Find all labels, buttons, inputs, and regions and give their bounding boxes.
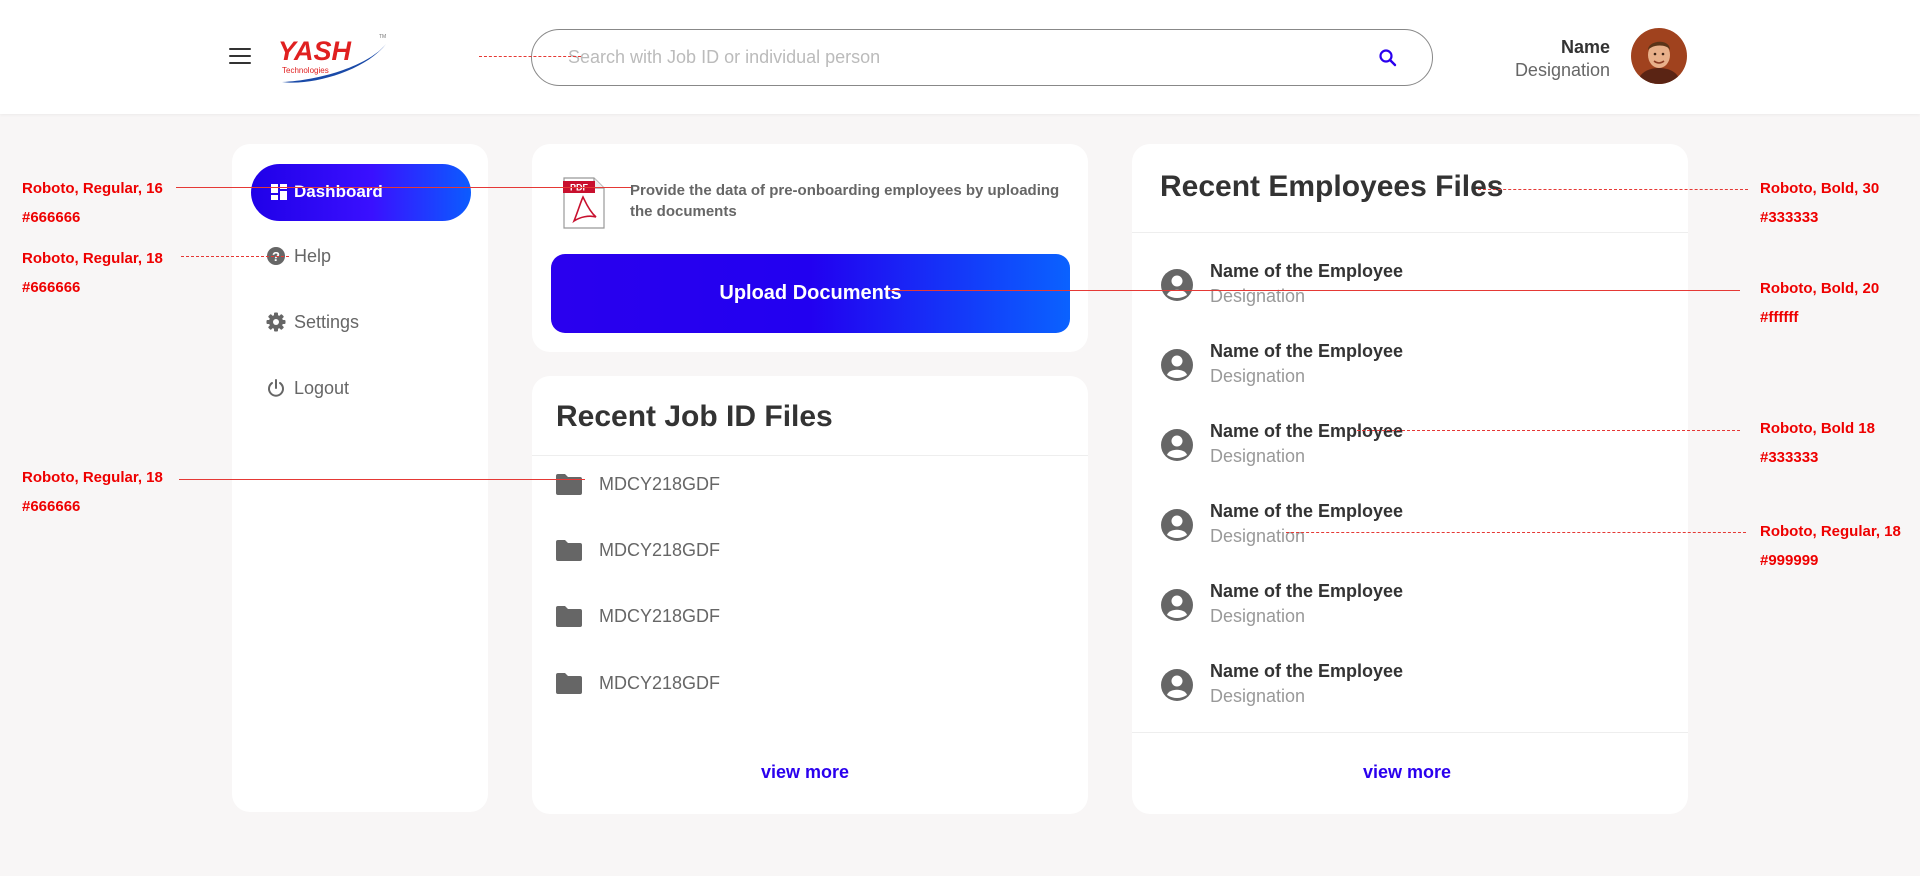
upload-description: Provide the data of pre-onboarding emplo… bbox=[630, 182, 1060, 220]
annotation-line bbox=[176, 187, 631, 188]
pdf-icon: PDF bbox=[563, 177, 605, 229]
job-id: MDCY218GDF bbox=[599, 473, 721, 494]
search-icon[interactable] bbox=[1378, 48, 1398, 68]
job-files-title: Recent Job ID Files bbox=[556, 400, 833, 433]
view-more-jobs-link[interactable]: view more bbox=[761, 762, 849, 783]
employee-designation: Designation bbox=[1210, 446, 1306, 466]
recent-job-files-card bbox=[532, 376, 1088, 814]
job-id: MDCY218GDF bbox=[599, 605, 721, 626]
sidebar-item-dashboard[interactable]: Dashboard bbox=[251, 164, 471, 221]
search-bar[interactable] bbox=[531, 29, 1433, 86]
job-id: MDCY218GDF bbox=[599, 672, 721, 693]
employee-designation: Designation bbox=[1210, 526, 1306, 546]
svg-text:Technologies: Technologies bbox=[282, 66, 329, 75]
folder-icon bbox=[556, 539, 582, 561]
logout-icon bbox=[266, 378, 286, 398]
user-designation: Designation bbox=[1514, 60, 1610, 80]
svg-text:YASH: YASH bbox=[278, 36, 352, 66]
account-circle-icon bbox=[1160, 268, 1194, 302]
annotation-label: Roboto, Regular, 16 #666666 bbox=[22, 180, 163, 226]
folder-icon bbox=[556, 473, 582, 495]
annotation-line bbox=[179, 479, 585, 480]
employee-name: Name of the Employee bbox=[1210, 661, 1404, 681]
annotation-line bbox=[479, 56, 581, 57]
account-circle-icon bbox=[1160, 508, 1194, 542]
sidebar-item-label: Help bbox=[294, 245, 332, 266]
annotation-label: Roboto, Regular, 18 #666666 bbox=[22, 250, 163, 296]
list-item[interactable]: MDCY218GDF bbox=[556, 668, 856, 698]
sidebar-item-label: Dashboard bbox=[294, 182, 383, 201]
account-circle-icon bbox=[1160, 668, 1194, 702]
annotation-label: Roboto, Bold, 30 #333333 bbox=[1760, 180, 1880, 226]
divider bbox=[532, 455, 1088, 456]
annotation-label: Roboto, Regular, 18 #666666 bbox=[22, 469, 163, 515]
folder-icon bbox=[556, 672, 582, 694]
upload-documents-button[interactable]: Upload Documents bbox=[551, 254, 1070, 333]
recent-employees-card bbox=[1132, 144, 1688, 814]
employees-title: Recent Employees Files bbox=[1160, 170, 1504, 203]
annotation-line bbox=[888, 290, 1740, 291]
yash-logo[interactable]: YASH Technologies TM bbox=[274, 30, 390, 88]
account-circle-icon bbox=[1160, 428, 1194, 462]
account-circle-icon bbox=[1160, 348, 1194, 382]
sidebar-item-label: Logout bbox=[294, 377, 350, 398]
annotation-line bbox=[1286, 532, 1746, 533]
employee-designation: Designation bbox=[1210, 366, 1306, 386]
sidebar-item-settings[interactable]: Settings bbox=[266, 307, 466, 337]
annotation-label: Roboto, Bold, 20 #ffffff bbox=[1760, 280, 1880, 326]
hamburger-menu-icon[interactable] bbox=[229, 48, 251, 64]
job-id: MDCY218GDF bbox=[599, 539, 721, 560]
sidebar-item-help[interactable]: ? Help bbox=[266, 241, 466, 271]
employee-designation: Designation bbox=[1210, 686, 1306, 706]
employee-name: Name of the Employee bbox=[1210, 421, 1404, 441]
settings-icon bbox=[266, 312, 286, 332]
annotation-label: Roboto, Bold 18 #333333 bbox=[1760, 420, 1875, 466]
list-item[interactable]: MDCY218GDF bbox=[556, 469, 856, 499]
annotation-line bbox=[1478, 189, 1748, 190]
annotation-line bbox=[1357, 430, 1740, 431]
divider bbox=[1132, 232, 1688, 233]
employee-designation: Designation bbox=[1210, 606, 1306, 626]
list-item[interactable]: Name of the Employee Designation bbox=[1160, 341, 1560, 391]
employee-name: Name of the Employee bbox=[1210, 341, 1404, 361]
divider bbox=[1132, 732, 1688, 733]
search-input[interactable] bbox=[568, 30, 1358, 85]
view-more-employees-link[interactable]: view more bbox=[1363, 762, 1451, 783]
account-circle-icon bbox=[1160, 588, 1194, 622]
sidebar-item-logout[interactable]: Logout bbox=[266, 373, 466, 403]
svg-text:TM: TM bbox=[379, 34, 386, 40]
folder-icon bbox=[556, 605, 582, 627]
list-item[interactable]: Name of the Employee Designation bbox=[1160, 581, 1560, 631]
list-item[interactable]: Name of the Employee Designation bbox=[1160, 501, 1560, 551]
avatar[interactable] bbox=[1631, 28, 1687, 84]
employee-name: Name of the Employee bbox=[1210, 581, 1404, 601]
list-item[interactable]: MDCY218GDF bbox=[556, 535, 856, 565]
employee-name: Name of the Employee bbox=[1210, 261, 1404, 281]
list-item[interactable]: MDCY218GDF bbox=[556, 601, 856, 631]
list-item[interactable]: Name of the Employee Designation bbox=[1160, 421, 1560, 471]
user-name: Name bbox=[1560, 37, 1610, 57]
list-item[interactable]: Name of the Employee Designation bbox=[1160, 661, 1560, 711]
employee-name: Name of the Employee bbox=[1210, 501, 1404, 521]
annotation-label: Roboto, Regular, 18 #999999 bbox=[1760, 523, 1901, 569]
annotation-line bbox=[181, 256, 289, 257]
sidebar-item-label: Settings bbox=[294, 311, 360, 332]
list-item[interactable]: Name of the Employee Designation bbox=[1160, 261, 1560, 311]
